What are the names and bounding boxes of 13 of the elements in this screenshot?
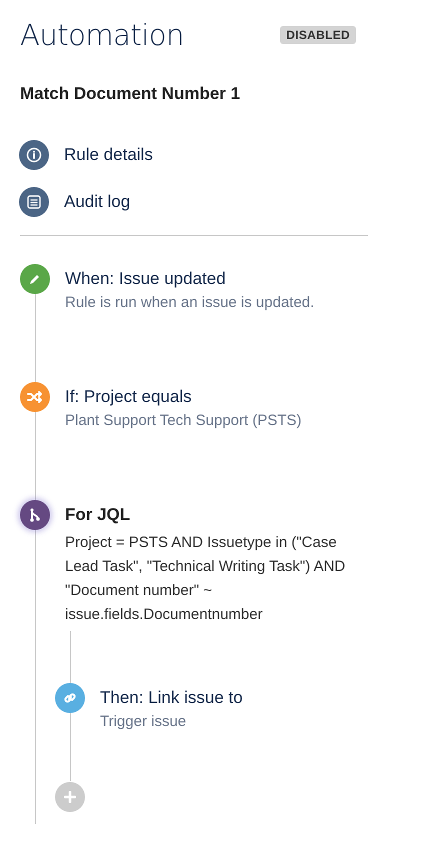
nav-link[interactable]: Audit log bbox=[20, 187, 368, 217]
step-title[interactable]: If: Project equals bbox=[65, 387, 302, 407]
step-description: Trigger issue bbox=[100, 712, 188, 732]
rule-name: Match Document Number 1 bbox=[20, 84, 242, 104]
page-title: Automation bbox=[20, 18, 184, 52]
step-description: Plant Support Tech Support (PSTS) bbox=[65, 411, 302, 431]
step-title[interactable]: When: Issue updated bbox=[65, 269, 314, 289]
status-badge: DISABLED bbox=[280, 26, 356, 44]
step-title[interactable]: For JQL bbox=[65, 505, 355, 525]
step-description: Rule is run when an issue is updated. bbox=[65, 293, 314, 313]
step-description: Project = PSTS AND Issuetype in ("Case Lead Task", "Technical Writing Task") AND "Document number" ~ issue.fields.Documentnumber bbox=[65, 533, 346, 625]
step-title[interactable]: Then: Link issue to bbox=[100, 688, 243, 708]
nav-link[interactable]: Rule details bbox=[20, 140, 368, 170]
